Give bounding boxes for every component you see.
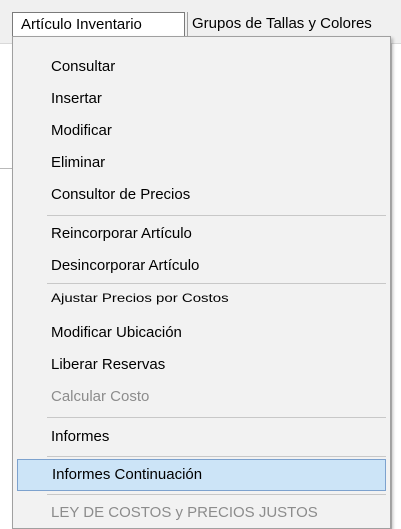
menu-item-eliminar[interactable]: Eliminar <box>17 147 386 179</box>
menu-item-informes[interactable]: Informes <box>17 421 386 453</box>
menu-separator <box>47 417 386 418</box>
dropdown-menu: Consultar Insertar Modificar Eliminar Co… <box>12 36 391 529</box>
menu-item-ley-de-costos-y-precios-justos[interactable]: LEY DE COSTOS y PRECIOS JUSTOS <box>17 497 386 529</box>
menu-separator <box>47 283 386 284</box>
menu-item-reincorporar-articulo[interactable]: Reincorporar Artículo <box>17 218 386 250</box>
application-window: Artículo Inventario Grupos de Tallas y C… <box>0 0 401 529</box>
menu-item-modificar-ubicacion[interactable]: Modificar Ubicación <box>17 317 386 349</box>
menu-item-modificar[interactable]: Modificar <box>17 115 386 147</box>
menu-articulo-inventario[interactable]: Artículo Inventario <box>12 12 185 36</box>
menu-item-calcular-costo[interactable]: Calcular Costo <box>17 381 386 413</box>
menu-separator <box>47 456 386 457</box>
menu-item-informes-continuacion[interactable]: Informes Continuación <box>17 459 386 491</box>
menu-item-consultar[interactable]: Consultar <box>17 51 386 83</box>
menu-item-ajustar-precios-por-costos[interactable]: Ajustar Precios por Costos <box>17 287 386 312</box>
background-window-edge <box>391 43 401 529</box>
menu-grupos-tallas-colores[interactable]: Grupos de Tallas y Colores <box>192 12 372 36</box>
background-divider <box>0 168 12 169</box>
menu-separator <box>47 215 386 216</box>
menu-item-consultor-de-precios[interactable]: Consultor de Precios <box>17 179 386 211</box>
menu-bar-separator <box>187 12 188 36</box>
menu-separator <box>47 494 386 495</box>
menu-item-insertar[interactable]: Insertar <box>17 83 386 115</box>
menu-item-desincorporar-articulo[interactable]: Desincorporar Artículo <box>17 250 386 282</box>
menu-item-liberar-reservas[interactable]: Liberar Reservas <box>17 349 386 381</box>
